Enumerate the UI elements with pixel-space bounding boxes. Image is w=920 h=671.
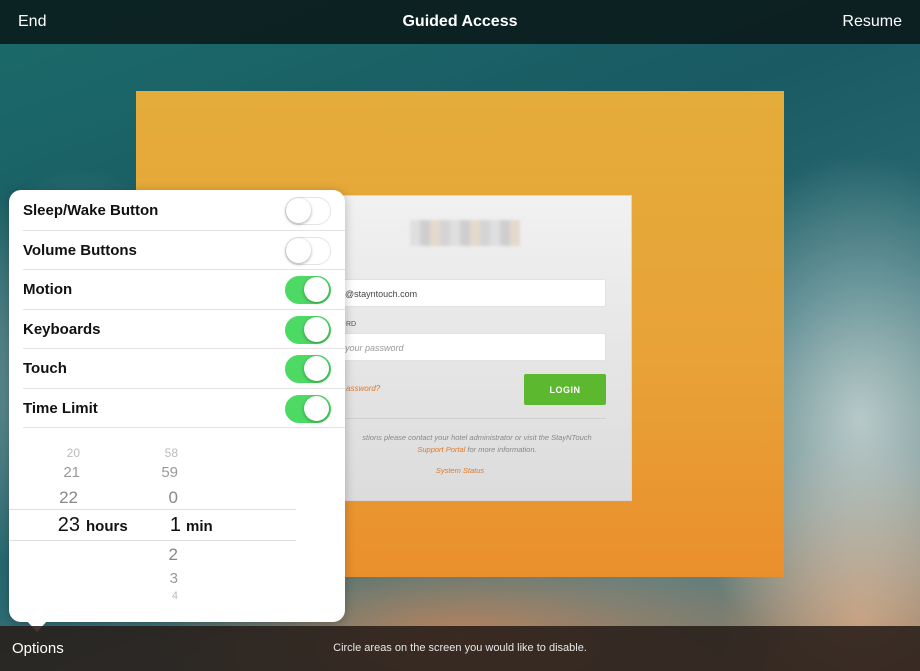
minutes-option[interactable]: 4	[138, 590, 178, 602]
toggle-knob	[304, 316, 329, 342]
login-button[interactable]: LOGIN	[524, 374, 606, 405]
minutes-option[interactable]: 59	[138, 464, 178, 481]
password-field[interactable]: your password	[330, 333, 606, 361]
divider	[346, 418, 606, 419]
blurred-logo	[410, 220, 520, 246]
forgot-password-link[interactable]: assword?	[346, 384, 380, 393]
option-row-motion: Motion	[9, 270, 345, 310]
picker-selection-top-line	[9, 509, 296, 510]
option-label: Sleep/Wake Button	[23, 202, 159, 220]
hours-option[interactable]: 21	[40, 464, 80, 481]
option-label: Time Limit	[23, 400, 98, 418]
time-limit-toggle[interactable]	[285, 394, 331, 423]
keyboards-toggle[interactable]	[285, 315, 331, 344]
minutes-unit-label: min	[186, 518, 213, 535]
help-text-part-1: stions please contact your hotel adminis…	[362, 433, 592, 442]
instruction-text: Circle areas on the screen you would lik…	[333, 642, 587, 654]
motion-toggle[interactable]	[285, 275, 331, 304]
touch-toggle[interactable]	[285, 354, 331, 383]
minutes-option[interactable]: 0	[138, 488, 178, 508]
option-label: Motion	[23, 281, 73, 299]
option-label: Keyboards	[23, 321, 101, 339]
volume-buttons-toggle[interactable]	[285, 236, 331, 265]
toggle-knob	[286, 237, 311, 263]
hours-option[interactable]: 20	[40, 446, 80, 460]
system-status-link[interactable]: System Status	[346, 466, 574, 475]
minutes-option[interactable]: 2	[138, 545, 178, 565]
minutes-option[interactable]: 58	[138, 446, 178, 460]
toggle-knob	[286, 197, 311, 223]
row-separator	[23, 427, 345, 428]
guided-access-top-bar: End Guided Access Resume	[0, 0, 920, 44]
password-label: RD	[346, 321, 357, 328]
selected-minutes[interactable]: 1	[141, 514, 181, 537]
option-label: Volume Buttons	[23, 242, 137, 260]
option-row-touch: Touch	[9, 349, 345, 389]
option-label: Touch	[23, 360, 67, 378]
selected-hours[interactable]: 23	[40, 514, 80, 537]
option-row-time-limit: Time Limit	[9, 389, 345, 429]
toggle-knob	[304, 395, 329, 421]
help-text: stions please contact your hotel adminis…	[346, 432, 608, 456]
hours-unit-label: hours	[86, 518, 128, 535]
support-portal-link[interactable]: Support Portal	[417, 445, 465, 454]
page-title: Guided Access	[402, 13, 518, 30]
option-row-volume-buttons: Volume Buttons	[9, 231, 345, 271]
option-row-keyboards: Keyboards	[9, 310, 345, 350]
toggle-knob	[304, 355, 329, 381]
minutes-option[interactable]: 3	[138, 570, 178, 587]
hours-option[interactable]: 22	[38, 488, 78, 508]
sleep-wake-toggle[interactable]	[285, 196, 331, 225]
help-text-part-2: for more information.	[465, 445, 537, 454]
end-button[interactable]: End	[18, 13, 46, 31]
email-field[interactable]: @stayntouch.com	[330, 279, 606, 307]
option-row-sleep-wake: Sleep/Wake Button	[9, 191, 345, 231]
resume-button[interactable]: Resume	[842, 13, 902, 31]
picker-selection-bottom-line	[9, 540, 296, 541]
guided-access-bottom-bar: Options Circle areas on the screen you w…	[0, 626, 920, 671]
toggle-knob	[304, 276, 329, 302]
